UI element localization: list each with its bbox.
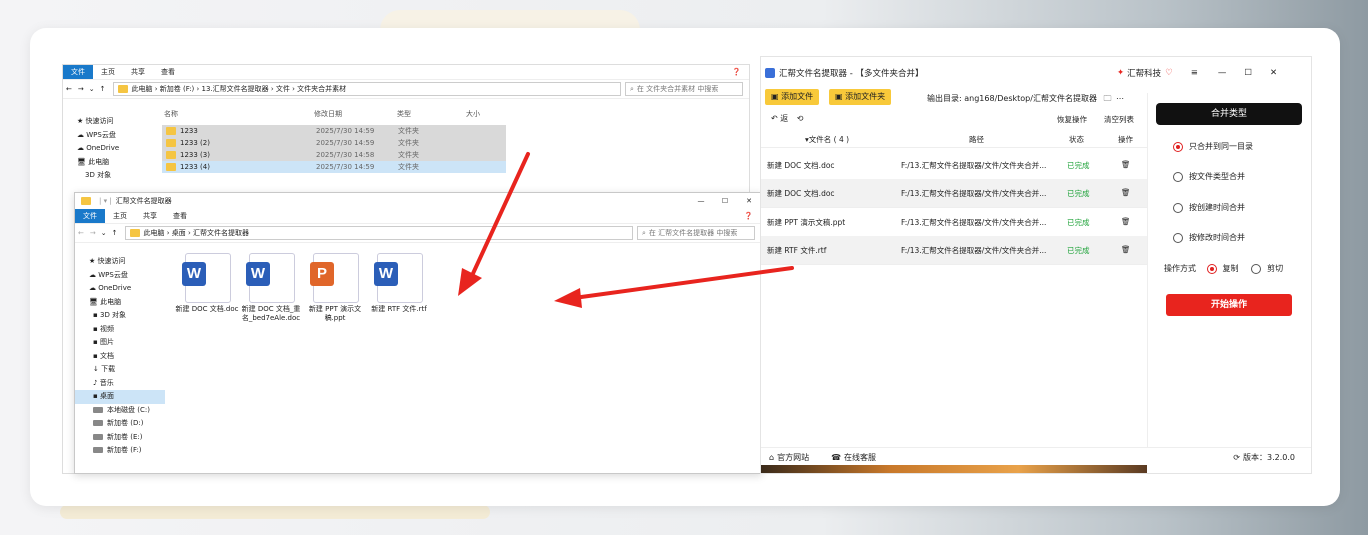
arrow-left bbox=[554, 266, 794, 308]
arrow-down bbox=[458, 152, 530, 296]
annotation-arrows bbox=[458, 152, 794, 308]
